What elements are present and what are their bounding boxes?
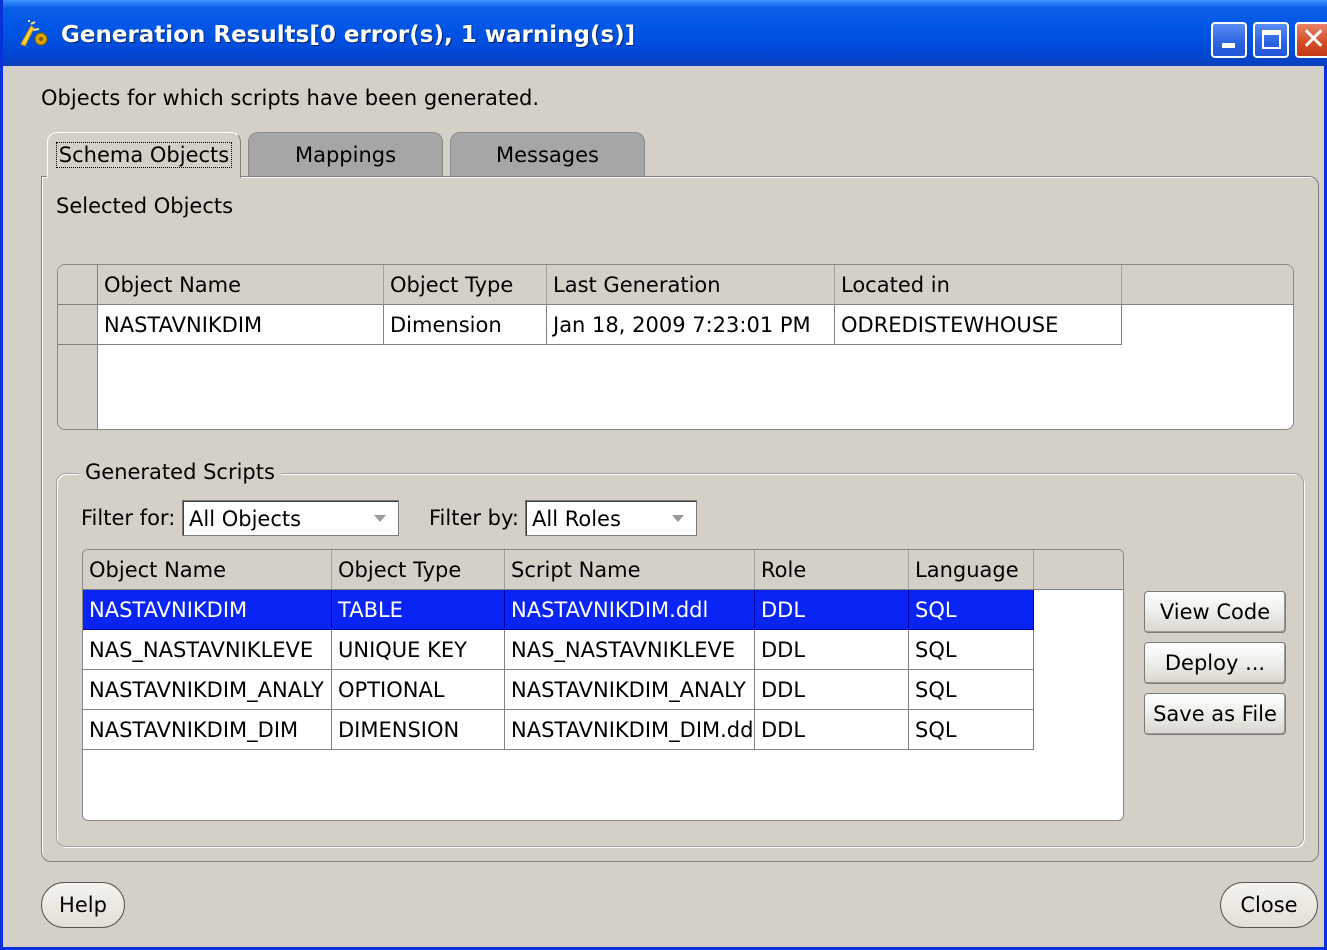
filter-for-label: Filter for: (81, 506, 176, 530)
maximize-button[interactable] (1253, 22, 1289, 58)
table-cell[interactable]: NASTAVNIKDIM (98, 305, 384, 345)
table-cell[interactable]: NASTAVNIKDIM.ddl (505, 590, 755, 630)
table-cell[interactable]: SQL (909, 670, 1034, 710)
column-header-filler (1034, 550, 1123, 590)
row-header[interactable] (58, 305, 98, 345)
close-icon: ✕ (1301, 22, 1327, 57)
column-header[interactable]: Located in (835, 265, 1122, 305)
table-cell[interactable]: SQL (909, 630, 1034, 670)
dialog-description: Objects for which scripts have been gene… (41, 86, 540, 110)
window-close-button[interactable]: ✕ (1295, 22, 1327, 58)
column-header-filler (1122, 265, 1293, 305)
table-cell[interactable]: NASTAVNIKDIM_ANALY (83, 670, 332, 710)
table-cell[interactable]: DDL (755, 590, 909, 630)
filter-for-value: All Objects (189, 507, 302, 531)
tab-schema-objects[interactable]: Schema Objects (47, 132, 241, 178)
column-header[interactable]: Language (909, 550, 1034, 590)
column-header[interactable]: Object Name (83, 550, 332, 590)
close-button[interactable]: Close (1220, 882, 1318, 928)
column-header[interactable]: Role (755, 550, 909, 590)
column-header[interactable]: Object Type (384, 265, 547, 305)
table-cell[interactable]: DDL (755, 670, 909, 710)
table-cell[interactable]: UNIQUE KEY (332, 630, 505, 670)
maximize-icon (1262, 30, 1281, 49)
column-header[interactable]: Object Type (332, 550, 505, 590)
save-as-file-button[interactable]: Save as File (1144, 693, 1286, 735)
filter-by-value: All Roles (532, 507, 621, 531)
view-code-button[interactable]: View Code (1144, 591, 1286, 633)
generate-wand-icon (20, 20, 48, 47)
table-cell[interactable]: OPTIONAL (332, 670, 505, 710)
filter-by-dropdown[interactable]: All Roles (525, 500, 697, 536)
column-header[interactable]: Script Name (505, 550, 755, 590)
table-cell[interactable]: DDL (755, 710, 909, 750)
table-cell[interactable]: NASTAVNIKDIM_DIM (83, 710, 332, 750)
help-button[interactable]: Help (41, 882, 125, 928)
row-header-empty (58, 345, 98, 429)
table-cell[interactable]: SQL (909, 710, 1034, 750)
table-cell[interactable]: Jan 18, 2009 7:23:01 PM (547, 305, 835, 345)
chevron-down-icon[interactable] (668, 501, 690, 535)
table-cell[interactable]: NASTAVNIKDIM_DIM.dd (505, 710, 755, 750)
window-title: Generation Results[0 error(s), 1 warning… (61, 22, 636, 48)
dialog-window: Generation Results[0 error(s), 1 warning… (0, 0, 1327, 950)
table-cell[interactable]: TABLE (332, 590, 505, 630)
filter-for-dropdown[interactable]: All Objects (182, 500, 399, 536)
tab-mappings[interactable]: Mappings (248, 132, 443, 176)
column-header[interactable]: Object Name (98, 265, 384, 305)
minimize-button[interactable] (1211, 22, 1247, 58)
minimize-icon (1222, 43, 1235, 48)
table-cell[interactable]: Dimension (384, 305, 547, 345)
tab-label: Messages (496, 143, 599, 167)
column-header[interactable]: Last Generation (547, 265, 835, 305)
selected-objects-label: Selected Objects (56, 194, 234, 218)
table-cell[interactable]: DDL (755, 630, 909, 670)
tab-label: Mappings (294, 143, 397, 167)
title-bar[interactable]: Generation Results[0 error(s), 1 warning… (3, 0, 1327, 66)
selected-objects-table[interactable]: Object Name Object Type Last Generation … (57, 264, 1294, 430)
table-cell[interactable]: ODREDISTEWHOUSE (835, 305, 1122, 345)
table-cell[interactable]: NASTAVNIKDIM (83, 590, 332, 630)
generated-scripts-label: Generated Scripts (79, 460, 281, 484)
table-cell[interactable]: NASTAVNIKDIM_ANALY (505, 670, 755, 710)
chevron-down-icon[interactable] (370, 501, 392, 535)
table-cell[interactable]: SQL (909, 590, 1034, 630)
table-cell[interactable]: NAS_NASTAVNIKLEVE (505, 630, 755, 670)
corner-header (58, 265, 98, 305)
generated-scripts-table[interactable]: Object Name Object Type Script Name Role… (82, 549, 1124, 821)
table-cell[interactable]: NAS_NASTAVNIKLEVE (83, 630, 332, 670)
filter-by-label: Filter by: (429, 506, 519, 530)
deploy-button[interactable]: Deploy ... (1144, 642, 1286, 684)
table-cell[interactable]: DIMENSION (332, 710, 505, 750)
tab-label: Schema Objects (55, 142, 233, 168)
tab-messages[interactable]: Messages (450, 132, 645, 176)
